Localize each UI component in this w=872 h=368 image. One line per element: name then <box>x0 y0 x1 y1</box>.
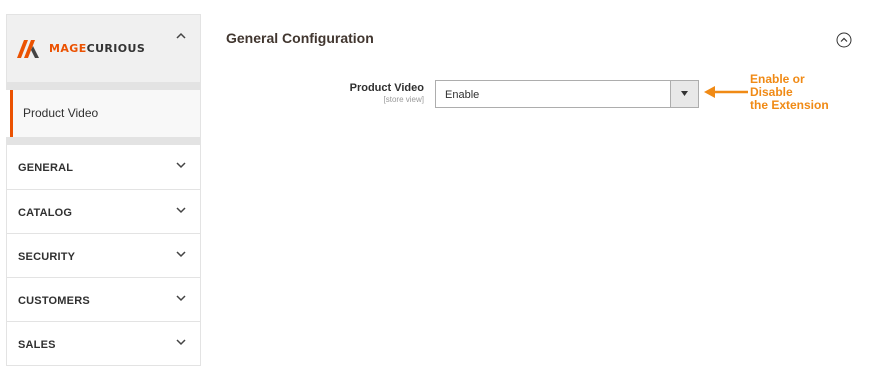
sidebar-section-security[interactable]: SECURITY <box>7 233 200 277</box>
section-list: GENERAL CATALOG SECURITY CUSTOMERS SALES <box>6 145 201 366</box>
annotation-text: Enable or Disable the Extension <box>750 73 829 112</box>
section-label: GENERAL <box>18 162 74 174</box>
section-title[interactable]: General Configuration <box>226 30 374 46</box>
chevron-down-icon <box>176 251 186 258</box>
config-sidebar: MAGECURIOUS Product Video GENERAL CATALO… <box>6 14 201 368</box>
section-label: CUSTOMERS <box>18 295 90 307</box>
chevron-down-icon <box>176 295 186 302</box>
field-scope: [store view] <box>383 95 424 104</box>
magecurious-logo-icon <box>17 40 39 58</box>
section-label: SECURITY <box>18 251 76 263</box>
sidebar-section-catalog[interactable]: CATALOG <box>7 189 200 233</box>
brand-tab[interactable]: MAGECURIOUS <box>6 14 201 82</box>
chevron-up-icon[interactable] <box>176 31 186 41</box>
sidebar-item-label: Product Video <box>23 106 99 120</box>
sidebar-section-customers[interactable]: CUSTOMERS <box>7 277 200 321</box>
product-video-select[interactable]: Enable <box>435 80 699 108</box>
select-value: Enable <box>445 89 480 101</box>
sidebar-divider <box>6 82 201 90</box>
sidebar-section-general[interactable]: GENERAL <box>7 145 200 189</box>
brand-name: MAGECURIOUS <box>49 41 146 55</box>
sidebar-section-sales[interactable]: SALES <box>7 321 200 365</box>
brand-logo: MAGECURIOUS <box>17 37 145 59</box>
select-dropdown-button[interactable] <box>670 81 698 107</box>
chevron-down-icon <box>176 162 186 169</box>
annotation-line: the Extension <box>750 98 829 112</box>
section-label: SALES <box>18 339 56 351</box>
section-label: CATALOG <box>18 207 73 219</box>
collapse-circle-icon[interactable] <box>836 32 852 48</box>
field-label: Product Video [store view] <box>300 82 424 104</box>
chevron-down-icon <box>176 339 186 346</box>
sidebar-divider <box>6 137 201 145</box>
field-label-text: Product Video <box>349 82 424 94</box>
triangle-down-icon <box>681 91 688 96</box>
chevron-down-icon <box>176 207 186 214</box>
annotation-arrow-icon <box>704 86 748 98</box>
sidebar-item-product-video[interactable]: Product Video <box>10 90 201 137</box>
